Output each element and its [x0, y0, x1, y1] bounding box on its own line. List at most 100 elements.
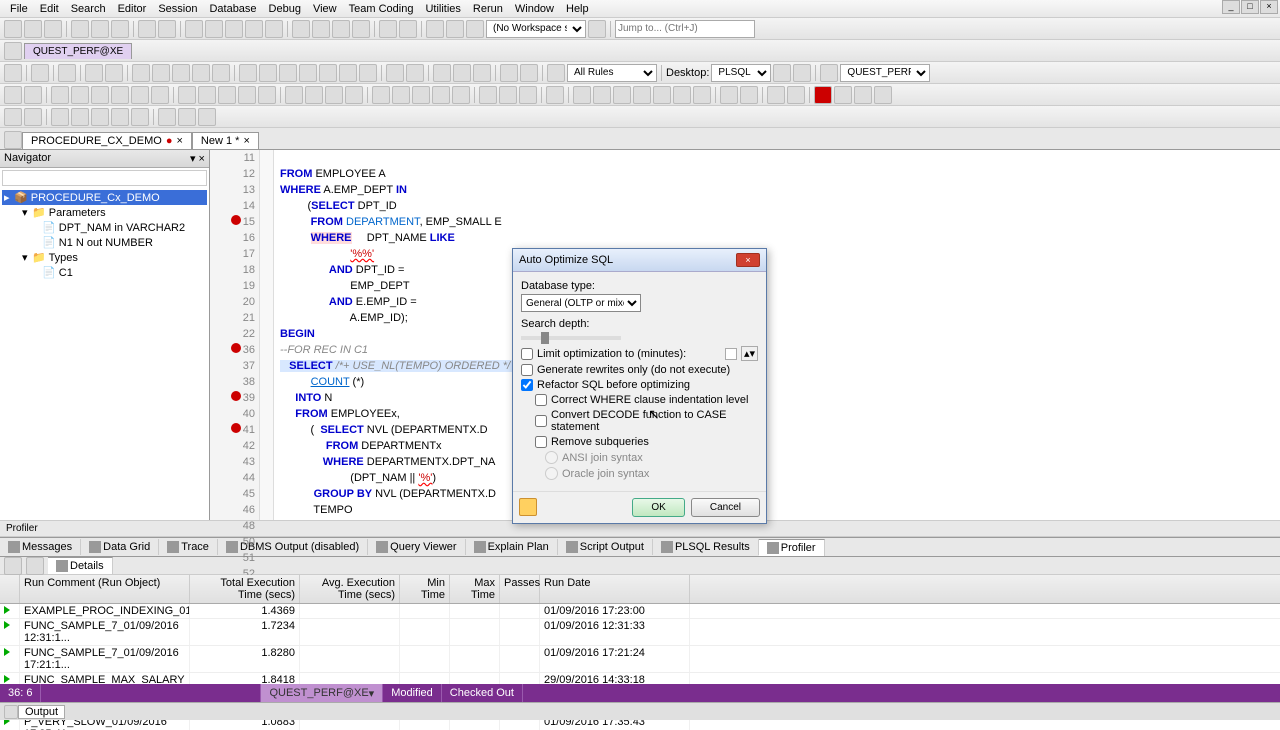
toolbar-icon[interactable] — [218, 86, 236, 104]
refactor-sql-checkbox[interactable]: Refactor SQL before optimizing — [521, 379, 758, 391]
toolbar-icon[interactable] — [158, 20, 176, 38]
tab-messages[interactable]: Messages — [0, 539, 81, 555]
toolbar-icon[interactable] — [339, 64, 357, 82]
toolbar-icon[interactable] — [379, 20, 397, 38]
toolbar-icon[interactable] — [178, 86, 196, 104]
toolbar-icon[interactable] — [192, 64, 210, 82]
toolbar-icon[interactable] — [740, 86, 758, 104]
toolbar-icon[interactable] — [4, 20, 22, 38]
toolbar-icon[interactable] — [673, 86, 691, 104]
toolbar-icon[interactable] — [466, 20, 484, 38]
toolbar-icon[interactable] — [151, 86, 169, 104]
navigator-buttons[interactable]: ▾ × — [190, 152, 205, 165]
toolbar-icon[interactable] — [4, 42, 22, 60]
toolbar-icon[interactable] — [500, 64, 518, 82]
toolbar-icon[interactable] — [258, 86, 276, 104]
toolbar-icon[interactable] — [198, 108, 216, 126]
toolbar-icon[interactable] — [91, 20, 109, 38]
toolbar-icon[interactable] — [24, 108, 42, 126]
toolbar-icon[interactable] — [24, 20, 42, 38]
toolbar-icon[interactable] — [325, 86, 343, 104]
toolbar-icon[interactable] — [399, 20, 417, 38]
tree-root[interactable]: ▸📦 PROCEDURE_Cx_DEMO — [2, 190, 207, 205]
navigator-search-input[interactable] — [2, 170, 207, 186]
menu-editor[interactable]: Editor — [112, 3, 153, 15]
window-tab-icon[interactable] — [4, 705, 18, 719]
grid-row[interactable]: EXAMPLE_PROC_INDEXING_01/08/201...1.4369… — [0, 604, 1280, 619]
navigator-tree[interactable]: ▸📦 PROCEDURE_Cx_DEMO ▾📁 Parameters 📄 DPT… — [0, 188, 209, 520]
profiler-tool-icon[interactable] — [26, 557, 44, 575]
toolbar-icon[interactable] — [547, 64, 565, 82]
toolbar-icon[interactable] — [305, 86, 323, 104]
toolbar-icon[interactable] — [453, 64, 471, 82]
file-tab[interactable]: New 1 * × — [192, 132, 259, 149]
tab-profiler[interactable]: Profiler — [759, 539, 825, 556]
toolbar-icon[interactable] — [138, 20, 156, 38]
search-depth-slider[interactable] — [521, 336, 621, 340]
toolbar-icon[interactable] — [285, 86, 303, 104]
toolbar-icon[interactable] — [71, 20, 89, 38]
new-tab-icon[interactable] — [4, 131, 22, 149]
toolbar-icon[interactable] — [787, 86, 805, 104]
toolbar-icon[interactable] — [239, 64, 257, 82]
desktop-combo[interactable]: PLSQL — [711, 64, 771, 82]
toolbar-icon[interactable] — [426, 20, 444, 38]
col-header[interactable]: Min Time — [400, 575, 450, 603]
details-subtab[interactable]: Details — [48, 557, 113, 574]
toolbar-icon[interactable] — [874, 86, 892, 104]
run-icon[interactable] — [4, 648, 10, 656]
rules-combo[interactable]: All Rules — [567, 64, 657, 82]
menu-help[interactable]: Help — [560, 3, 595, 15]
generate-rewrites-checkbox[interactable]: Generate rewrites only (do not execute) — [521, 364, 758, 376]
convert-decode-checkbox[interactable]: Convert DECODE function to CASE statemen… — [535, 409, 758, 433]
toolbar-icon[interactable] — [44, 20, 62, 38]
tree-param[interactable]: 📄 N1 N out NUMBER — [2, 235, 207, 250]
toolbar-icon[interactable] — [479, 86, 497, 104]
tab-script-output[interactable]: Script Output — [558, 539, 653, 555]
toolbar-icon[interactable] — [693, 86, 711, 104]
limit-optimization-checkbox[interactable]: Limit optimization to (minutes): ▴▾ — [521, 346, 758, 361]
toolbar-icon[interactable] — [573, 86, 591, 104]
toolbar-icon[interactable] — [546, 86, 564, 104]
menu-view[interactable]: View — [307, 3, 343, 15]
fold-gutter[interactable] — [260, 150, 274, 520]
toolbar-icon[interactable] — [198, 86, 216, 104]
toolbar-icon[interactable] — [392, 86, 410, 104]
menu-debug[interactable]: Debug — [263, 3, 307, 15]
toolbar-icon[interactable] — [653, 86, 671, 104]
toolbar-icon[interactable] — [854, 86, 872, 104]
toolbar-icon[interactable] — [238, 86, 256, 104]
tree-type[interactable]: 📄 C1 — [2, 265, 207, 280]
correct-where-checkbox[interactable]: Correct WHERE clause indentation level — [535, 394, 758, 406]
toolbar-icon[interactable] — [412, 86, 430, 104]
toolbar-icon[interactable] — [793, 64, 811, 82]
toolbar-icon[interactable] — [111, 108, 129, 126]
toolbar-icon[interactable] — [51, 108, 69, 126]
run-icon[interactable] — [4, 675, 10, 683]
col-header[interactable]: Passes — [500, 575, 540, 603]
col-header[interactable]: Avg. Execution Time (secs) — [300, 575, 400, 603]
limit-minutes-input[interactable] — [725, 348, 737, 360]
toolbar-icon[interactable] — [588, 20, 606, 38]
toolbar-icon[interactable] — [158, 108, 176, 126]
file-tab-active[interactable]: PROCEDURE_CX_DEMO ● × — [22, 132, 192, 149]
toolbar-icon[interactable] — [111, 86, 129, 104]
tab-explain-plan[interactable]: Explain Plan — [466, 539, 558, 555]
run-icon[interactable] — [4, 606, 10, 614]
toolbar-icon[interactable] — [91, 108, 109, 126]
col-header[interactable]: Run Comment (Run Object) — [20, 575, 190, 603]
ok-button[interactable]: OK — [632, 498, 684, 517]
toolbar-icon[interactable] — [31, 64, 49, 82]
menu-team-coding[interactable]: Team Coding — [343, 3, 420, 15]
col-header[interactable]: Total Execution Time (secs) — [190, 575, 300, 603]
tree-param[interactable]: 📄 DPT_NAM in VARCHAR2 — [2, 220, 207, 235]
tree-folder-types[interactable]: ▾📁 Types — [2, 250, 207, 265]
toolbar-icon[interactable] — [152, 64, 170, 82]
toolbar-icon[interactable] — [319, 64, 337, 82]
run-icon[interactable] — [4, 621, 10, 629]
toolbar-icon[interactable] — [292, 20, 310, 38]
toolbar-icon[interactable] — [520, 64, 538, 82]
maximize-button[interactable]: □ — [1241, 0, 1259, 14]
toolbar-icon[interactable] — [131, 108, 149, 126]
toolbar-icon[interactable] — [111, 20, 129, 38]
